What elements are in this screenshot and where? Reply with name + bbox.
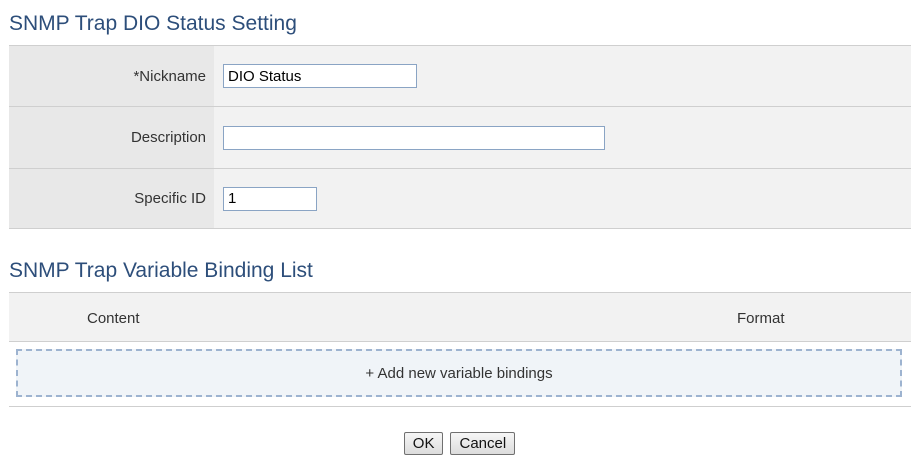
description-input[interactable] bbox=[223, 125, 605, 150]
nickname-input[interactable] bbox=[223, 64, 417, 88]
nickname-row: *Nickname bbox=[9, 46, 911, 107]
ok-button[interactable]: OK bbox=[403, 432, 444, 455]
action-buttons: OK Cancel bbox=[0, 432, 911, 455]
binding-list-table: Content Format + Add new variable bindin… bbox=[9, 292, 911, 407]
description-row: Description bbox=[9, 107, 911, 169]
column-format: Format bbox=[737, 310, 785, 327]
column-content: Content bbox=[87, 310, 140, 327]
binding-list-header: Content Format bbox=[9, 292, 911, 342]
settings-title: SNMP Trap DIO Status Setting bbox=[9, 12, 297, 35]
binding-list-title: SNMP Trap Variable Binding List bbox=[9, 259, 313, 282]
description-label: Description bbox=[9, 107, 214, 168]
specific-id-input[interactable] bbox=[223, 186, 317, 211]
binding-list-body: + Add new variable bindings bbox=[9, 342, 911, 407]
specific-id-row: Specific ID bbox=[9, 169, 911, 229]
description-cell bbox=[214, 107, 911, 168]
specific-id-cell bbox=[214, 169, 911, 228]
add-variable-binding-button[interactable]: + Add new variable bindings bbox=[16, 349, 902, 397]
settings-form: *Nickname Description Specific ID bbox=[9, 45, 911, 229]
cancel-button[interactable]: Cancel bbox=[450, 432, 516, 455]
specific-id-label: Specific ID bbox=[9, 169, 214, 228]
nickname-cell bbox=[214, 46, 911, 106]
nickname-label: *Nickname bbox=[9, 46, 214, 106]
